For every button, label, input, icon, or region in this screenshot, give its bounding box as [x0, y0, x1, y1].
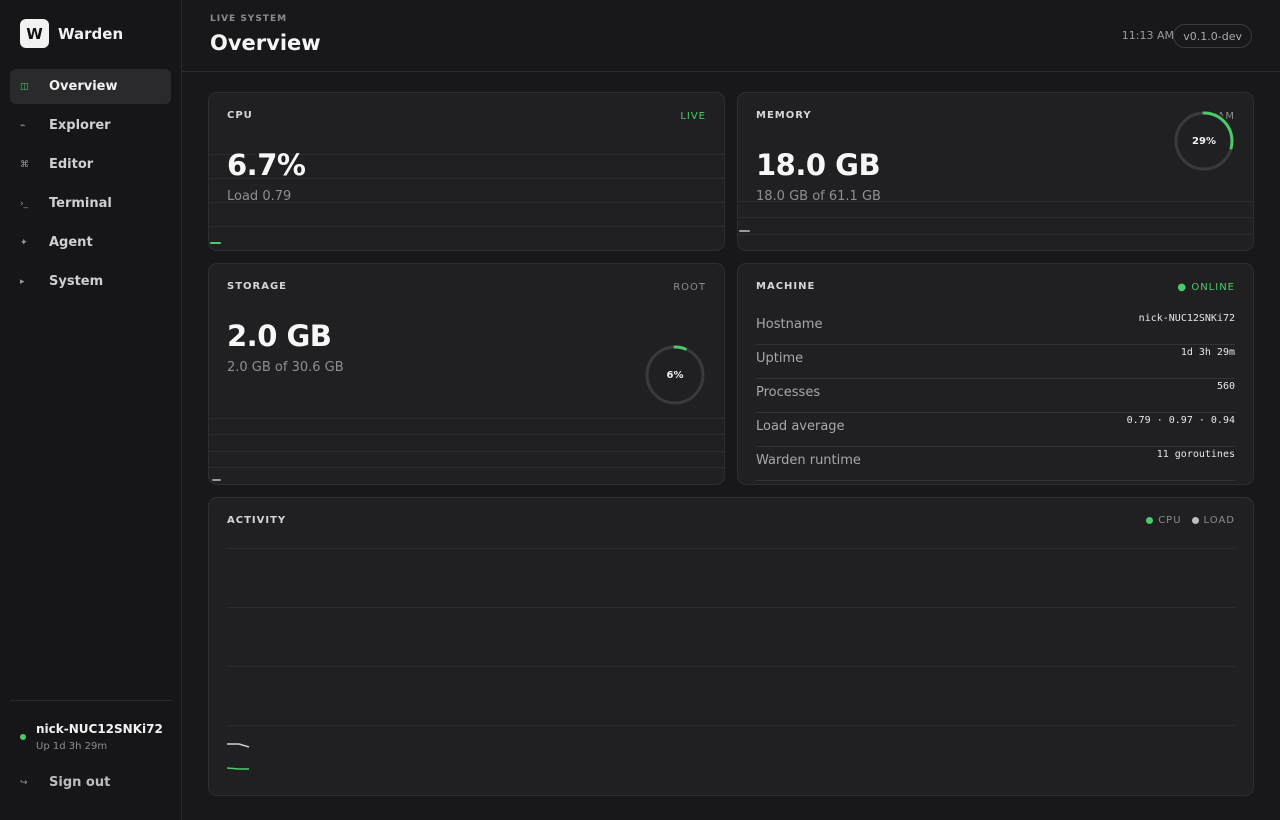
- memory-card: MEMORY RAM 18.0 GB 18.0 GB of 61.1 GB 29…: [737, 92, 1254, 251]
- sidebar-item-explorer[interactable]: ⌁ Explorer: [10, 108, 171, 143]
- sign-out-icon: ↪: [20, 777, 28, 788]
- grid-line: [738, 234, 1253, 235]
- legend-dot-icon: [1146, 517, 1154, 524]
- editor-icon: ⌘: [20, 159, 29, 170]
- load-series-line: [227, 743, 250, 748]
- grid-line: [209, 418, 724, 419]
- grid-line: [227, 607, 1235, 608]
- card-title: MEMORY: [756, 110, 812, 121]
- sidebar-item-label: System: [49, 274, 104, 289]
- storage-sparkline: [212, 479, 221, 481]
- card-title: MACHINE: [756, 281, 816, 292]
- row-value: nick-NUC12SNKi72: [1138, 313, 1235, 324]
- cpu-load: Load 0.79: [227, 189, 292, 204]
- page-header: LIVE SYSTEM Overview 11:13 AM v0.1.0-dev: [182, 0, 1280, 72]
- row-value: 560: [1216, 381, 1235, 392]
- row-label: Hostname: [756, 317, 823, 332]
- card-title: STORAGE: [227, 281, 288, 292]
- memory-value: 18.0 GB: [756, 148, 881, 182]
- root-badge: ROOT: [673, 282, 706, 293]
- sidebar-item-agent[interactable]: ✦ Agent: [10, 225, 171, 260]
- legend-dot-icon: [1191, 517, 1199, 524]
- sidebar-item-label: Agent: [49, 235, 93, 250]
- clock: 11:13 AM: [1121, 29, 1174, 42]
- grid-line: [227, 666, 1235, 667]
- sidebar: W Warden ◫ Overview ⌁ Explorer ⌘ Editor …: [0, 0, 182, 820]
- brand-logo: W: [20, 19, 49, 48]
- row-label: Uptime: [756, 351, 804, 366]
- sidebar-divider: [10, 700, 171, 701]
- activity-card: ACTIVITY CPU LOAD: [208, 497, 1254, 796]
- page-title: Overview: [210, 31, 321, 55]
- card-title: CPU: [227, 110, 253, 121]
- grid-line: [209, 451, 724, 452]
- agent-icon: ✦: [20, 237, 28, 248]
- online-badge: ● ONLINE: [1177, 282, 1235, 293]
- activity-chart: [227, 743, 250, 770]
- grid-line: [209, 434, 724, 435]
- host-uptime: Up 1d 3h 29m: [36, 741, 108, 752]
- memory-detail: 18.0 GB of 61.1 GB: [756, 189, 881, 204]
- row-label: Warden runtime: [756, 453, 861, 468]
- row-value: 1d 3h 29m: [1180, 347, 1235, 358]
- grid-line: [227, 548, 1235, 549]
- sidebar-item-overview[interactable]: ◫ Overview: [10, 69, 171, 104]
- grid-line: [738, 217, 1253, 218]
- card-title: ACTIVITY: [227, 515, 287, 526]
- page-eyebrow: LIVE SYSTEM: [210, 14, 288, 24]
- cpu-series-line: [227, 767, 249, 770]
- sidebar-item-terminal[interactable]: ›_ Terminal: [10, 186, 171, 221]
- online-status-dot: [20, 734, 26, 740]
- legend-item-load: LOAD: [1191, 515, 1235, 526]
- live-badge: LIVE: [680, 111, 706, 122]
- row-value: 0.79 · 0.97 · 0.94: [1126, 415, 1235, 426]
- row-value: 11 goroutines: [1156, 449, 1235, 460]
- memory-percent: 29%: [1192, 135, 1216, 147]
- grid-line: [209, 467, 724, 468]
- chart-legend: CPU LOAD: [1136, 515, 1235, 526]
- terminal-icon: ›_: [20, 198, 29, 209]
- sign-out-label: Sign out: [49, 775, 111, 790]
- storage-percent: 6%: [666, 369, 684, 381]
- memory-usage-ring: 29%: [1173, 110, 1235, 172]
- cpu-value: 6.7%: [227, 148, 306, 182]
- machine-row-uptime: Uptime 1d 3h 29m: [756, 345, 1235, 379]
- cpu-card: CPU LIVE 6.7% Load 0.79: [208, 92, 725, 251]
- row-label: Processes: [756, 385, 821, 400]
- sidebar-item-label: Overview: [49, 79, 118, 94]
- version-badge: v0.1.0-dev: [1173, 24, 1252, 48]
- legend-label: CPU: [1158, 515, 1182, 526]
- overview-icon: ◫: [20, 81, 29, 92]
- storage-card: STORAGE ROOT 2.0 GB 2.0 GB of 30.6 GB 6%: [208, 263, 725, 485]
- system-icon: ▸: [20, 276, 25, 287]
- storage-usage-ring: 6%: [644, 344, 706, 406]
- sidebar-item-label: Terminal: [49, 196, 112, 211]
- memory-sparkline: [739, 230, 750, 232]
- storage-detail: 2.0 GB of 30.6 GB: [227, 360, 344, 375]
- storage-value: 2.0 GB: [227, 319, 332, 353]
- legend-label: LOAD: [1203, 515, 1235, 526]
- sidebar-item-label: Explorer: [49, 118, 111, 133]
- legend-item-cpu: CPU: [1146, 515, 1181, 526]
- brand[interactable]: W Warden: [20, 19, 123, 48]
- machine-row-processes: Processes 560: [756, 379, 1235, 413]
- explorer-icon: ⌁: [20, 120, 26, 131]
- host-name: nick-NUC12SNKi72: [36, 722, 163, 736]
- sidebar-nav: ◫ Overview ⌁ Explorer ⌘ Editor ›_ Termin…: [10, 69, 171, 303]
- machine-row-hostname: Hostname nick-NUC12SNKi72: [756, 311, 1235, 345]
- sign-out-button[interactable]: ↪ Sign out: [20, 775, 110, 790]
- sidebar-item-editor[interactable]: ⌘ Editor: [10, 147, 171, 182]
- brand-name: Warden: [58, 24, 124, 43]
- machine-row-warden-runtime: Warden runtime 11 goroutines: [756, 447, 1235, 481]
- grid-line: [209, 226, 724, 227]
- sidebar-item-system[interactable]: ▸ System: [10, 264, 171, 299]
- row-label: Load average: [756, 419, 845, 434]
- sidebar-item-label: Editor: [49, 157, 94, 172]
- machine-row-load-average: Load average 0.79 · 0.97 · 0.94: [756, 413, 1235, 447]
- machine-card: MACHINE ● ONLINE Hostname nick-NUC12SNKi…: [737, 263, 1254, 485]
- cpu-sparkline: [210, 242, 221, 244]
- grid-line: [227, 725, 1235, 726]
